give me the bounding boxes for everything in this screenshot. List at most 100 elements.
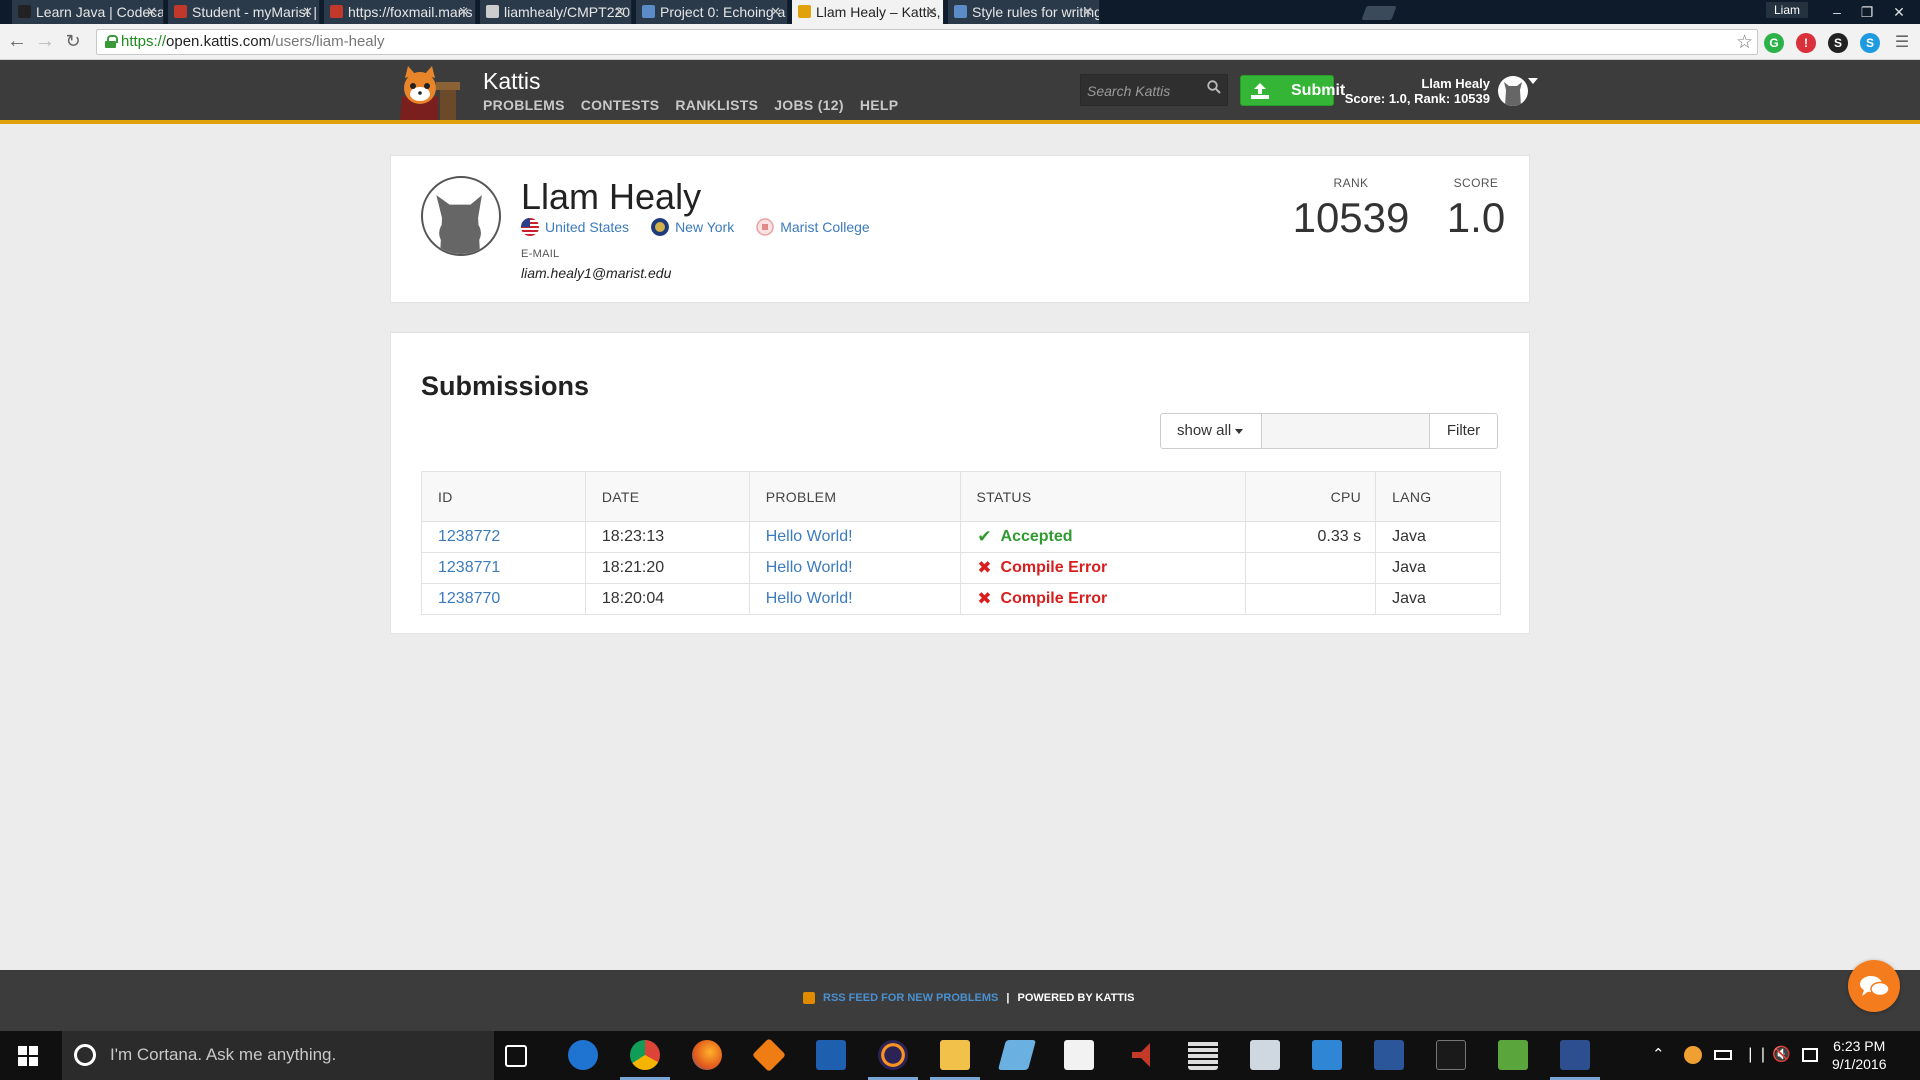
submission-cpu-cell	[1245, 552, 1377, 584]
firefox-icon[interactable]	[692, 1040, 722, 1070]
edge-icon[interactable]	[568, 1040, 598, 1070]
eclipse-icon[interactable]	[868, 1040, 918, 1080]
chat-icon	[1860, 976, 1890, 997]
tab-favicon-icon	[798, 5, 811, 18]
tab-close-icon[interactable]: ✕	[770, 0, 781, 24]
skype-extension-icon[interactable]: S	[1860, 33, 1880, 53]
notifications-icon[interactable]	[1802, 1048, 1818, 1062]
filter-select-value: show all	[1177, 422, 1232, 439]
tab-close-icon[interactable]: ✕	[146, 0, 157, 24]
menu-icon[interactable]: ☰	[1892, 33, 1912, 53]
region-link[interactable]: New York	[651, 218, 734, 236]
submission-id-link[interactable]: 1238772	[438, 528, 500, 545]
rank-value: 10539	[1292, 194, 1410, 241]
filter-button[interactable]: Filter	[1430, 413, 1498, 449]
volume-muted-icon[interactable]: 🔇	[1772, 1045, 1791, 1063]
tab-close-icon[interactable]: ✕	[926, 0, 937, 24]
clock-time: 6:23 PM	[1833, 1038, 1886, 1054]
close-window-icon[interactable]: ✕	[1886, 0, 1912, 24]
cortana-search-box[interactable]: I'm Cortana. Ask me anything.	[62, 1031, 494, 1080]
user-summary[interactable]: Llam Healy Score: 1.0, Rank: 10539	[1345, 76, 1490, 106]
word-icon[interactable]	[1374, 1040, 1404, 1070]
submission-date-cell: 18:23:13	[584, 521, 750, 553]
browser-tab[interactable]: liamhealy/CMPT220L ✕	[480, 0, 632, 24]
status-text: Accepted	[1000, 528, 1073, 545]
tab-close-icon[interactable]: ✕	[614, 0, 625, 24]
search-input[interactable]: Search Kattis	[1080, 74, 1228, 106]
chat-button[interactable]	[1848, 960, 1900, 1012]
wifi-icon[interactable]: ❘❘	[1744, 1045, 1769, 1063]
adblock-extension-icon[interactable]: !	[1796, 33, 1816, 53]
grammarly-extension-icon[interactable]: G	[1764, 33, 1784, 53]
notepad-icon[interactable]	[997, 1040, 1037, 1070]
browser-tab[interactable]: Style rules for writing ✕	[948, 0, 1100, 24]
minimize-icon[interactable]: –	[1824, 0, 1850, 24]
nav-problems[interactable]: PROBLEMS	[483, 97, 565, 113]
task-view-icon[interactable]	[505, 1045, 527, 1067]
browser-tab[interactable]: https://foxmail.maris ✕	[324, 0, 476, 24]
calculator-icon[interactable]	[1188, 1040, 1218, 1070]
kattis-logo[interactable]	[392, 66, 470, 120]
powershell-icon[interactable]	[1550, 1040, 1600, 1080]
s-extension-icon[interactable]: S	[1828, 33, 1848, 53]
forward-icon[interactable]: →	[34, 31, 56, 53]
nav-help[interactable]: HELP	[860, 97, 899, 113]
tab-close-icon[interactable]: ✕	[458, 0, 469, 24]
avast-icon[interactable]	[752, 1038, 786, 1072]
browser-tab[interactable]: Student - myMarist | ✕	[168, 0, 320, 24]
search-icon[interactable]	[1207, 80, 1221, 94]
new-tab-button[interactable]	[1361, 6, 1397, 20]
nav-contests[interactable]: CONTESTS	[581, 97, 660, 113]
score-stat: SCORE 1.0	[1436, 176, 1516, 242]
filter-select[interactable]: show all	[1160, 413, 1262, 449]
cross-icon: ✖	[977, 589, 992, 608]
problem-link[interactable]: Hello World!	[766, 559, 853, 576]
browser-tab[interactable]: Project 0: Echoing a ✕	[636, 0, 788, 24]
checkmark-icon: ✔	[977, 527, 992, 546]
terminal-icon[interactable]	[1436, 1040, 1466, 1070]
tray-expand-icon[interactable]: ⌃	[1652, 1045, 1665, 1063]
taskbar-clock[interactable]: 6:23 PM 9/1/2016	[1832, 1037, 1887, 1073]
powered-by-link[interactable]: POWERED BY KATTIS	[1017, 992, 1134, 1004]
col-date: DATE	[584, 471, 750, 522]
rss-feed-link[interactable]: RSS FEED FOR NEW PROBLEMS	[823, 992, 998, 1004]
url-text[interactable]: https://open.kattis.com/users/liam-healy	[121, 33, 384, 50]
file-explorer-icon[interactable]	[930, 1040, 980, 1080]
nav-ranklists[interactable]: RANKLISTS	[675, 97, 758, 113]
windows-start-icon[interactable]	[18, 1046, 38, 1066]
submission-id-link[interactable]: 1238770	[438, 590, 500, 607]
system-app-icon[interactable]	[1250, 1040, 1280, 1070]
profile-name[interactable]: Liam	[1765, 2, 1808, 18]
table-header-row: ID DATE PROBLEM STATUS CPU LANG	[421, 471, 1501, 522]
submit-button[interactable]: Submit	[1240, 75, 1345, 106]
submission-id-link[interactable]: 1238771	[438, 559, 500, 576]
filter-input[interactable]	[1262, 413, 1430, 449]
store-icon[interactable]	[1064, 1040, 1094, 1070]
restore-icon[interactable]: ❐	[1854, 0, 1880, 24]
speaker-app-icon[interactable]	[1132, 1043, 1150, 1067]
country-link[interactable]: United States	[521, 218, 629, 236]
school-link[interactable]: Marist College	[756, 218, 870, 236]
kattis-brand[interactable]: Kattis	[483, 68, 541, 95]
reload-icon[interactable]: ↻	[62, 31, 84, 53]
browser-tab[interactable]: Llam Healy – Kattis, K ✕	[792, 0, 944, 24]
tray-app-icon[interactable]	[1684, 1046, 1702, 1064]
android-icon[interactable]	[1498, 1040, 1528, 1070]
battery-icon[interactable]	[1714, 1050, 1732, 1060]
problem-link[interactable]: Hello World!	[766, 590, 853, 607]
email-value: liam.healy1@marist.edu	[521, 265, 672, 281]
chrome-icon[interactable]	[620, 1040, 670, 1080]
contacts-app-icon[interactable]	[1312, 1040, 1342, 1070]
bookmark-star-icon[interactable]: ☆	[1736, 31, 1753, 54]
nav-jobs[interactable]: JOBS (12)	[774, 97, 844, 113]
address-bar[interactable]: https://open.kattis.com/users/liam-healy…	[96, 29, 1758, 55]
status-text: Compile Error	[1000, 559, 1108, 576]
browser-tab[interactable]: Learn Java | Codecad ✕	[12, 0, 164, 24]
tab-close-icon[interactable]: ✕	[1082, 0, 1093, 24]
user-menu-caret-icon[interactable]	[1528, 78, 1538, 84]
user-avatar[interactable]	[1498, 76, 1528, 106]
back-icon[interactable]: ←	[6, 31, 28, 53]
problem-link[interactable]: Hello World!	[766, 528, 853, 545]
tab-close-icon[interactable]: ✕	[302, 0, 313, 24]
malwarebytes-icon[interactable]	[816, 1040, 846, 1070]
